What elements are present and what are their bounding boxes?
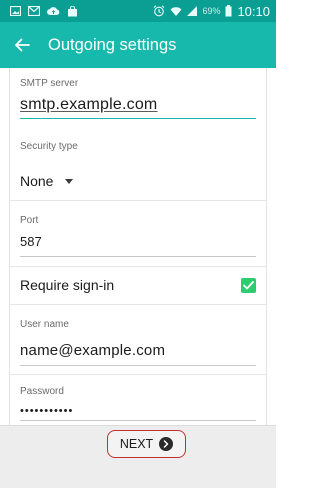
password-underline xyxy=(20,420,256,421)
user-name-underline xyxy=(20,365,256,366)
require-sign-in-checkbox[interactable] xyxy=(241,277,256,293)
chevron-right-icon xyxy=(159,437,174,451)
port-input[interactable]: 587 xyxy=(20,234,42,249)
photo-icon xyxy=(10,6,21,16)
next-button-label: NEXT xyxy=(119,437,154,451)
status-time: 10:10 xyxy=(237,3,270,19)
status-right-icons: 69% 10:10 xyxy=(153,4,270,19)
app-bar: Outgoing settings xyxy=(0,22,276,68)
smtp-server-input[interactable]: smtp.example.com xyxy=(20,96,157,114)
password-label: Password xyxy=(20,386,64,397)
require-sign-in-row[interactable]: Require sign-in xyxy=(10,267,266,303)
battery-percent: 69% xyxy=(202,6,221,16)
smtp-server-label: SMTP server xyxy=(20,78,79,89)
status-bar: 69% 10:10 xyxy=(0,0,276,22)
user-name-input[interactable]: name@example.com xyxy=(20,342,165,359)
smtp-server-underline xyxy=(20,118,256,119)
mail-icon xyxy=(28,6,40,16)
battery-icon xyxy=(225,5,232,17)
shopping-bag-icon xyxy=(67,5,78,17)
divider xyxy=(10,200,266,201)
wifi-icon xyxy=(170,6,182,17)
dropdown-caret-icon xyxy=(65,178,74,184)
security-type-value: None xyxy=(20,173,54,189)
security-type-label: Security type xyxy=(20,141,78,152)
divider xyxy=(10,374,266,375)
user-name-label: User name xyxy=(20,319,69,330)
status-left-icons xyxy=(10,5,78,17)
alarm-icon xyxy=(153,5,165,17)
cloud-upload-icon xyxy=(47,6,60,16)
port-underline xyxy=(20,256,256,257)
require-sign-in-label: Require sign-in xyxy=(20,277,115,293)
password-input[interactable]: ••••••••••• xyxy=(20,405,73,417)
page-title: Outgoing settings xyxy=(48,35,177,54)
back-arrow-icon[interactable] xyxy=(14,36,32,54)
signal-icon xyxy=(187,6,198,16)
settings-form: SMTP server smtp.example.com Security ty… xyxy=(9,68,267,425)
security-type-dropdown[interactable]: None xyxy=(20,173,74,189)
checkmark-icon xyxy=(243,280,254,289)
port-label: Port xyxy=(20,215,39,226)
next-button[interactable]: NEXT xyxy=(107,430,186,458)
divider xyxy=(10,304,266,305)
